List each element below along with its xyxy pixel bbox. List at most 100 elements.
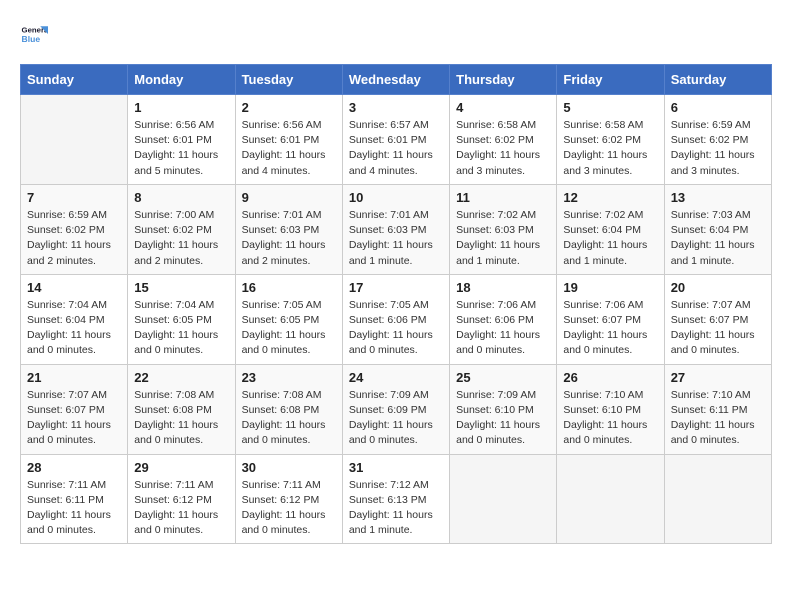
calendar-cell: 18 Sunrise: 7:06 AM Sunset: 6:06 PM Dayli… — [450, 274, 557, 364]
day-number: 27 — [671, 370, 765, 385]
day-number: 24 — [349, 370, 443, 385]
calendar-cell: 28 Sunrise: 7:11 AM Sunset: 6:11 PM Dayli… — [21, 454, 128, 544]
weekday-header: Thursday — [450, 65, 557, 95]
calendar-cell — [557, 454, 664, 544]
day-info: Sunrise: 7:12 AM Sunset: 6:13 PM Dayligh… — [349, 478, 443, 539]
day-info: Sunrise: 6:57 AM Sunset: 6:01 PM Dayligh… — [349, 118, 443, 179]
calendar-cell: 20 Sunrise: 7:07 AM Sunset: 6:07 PM Dayli… — [664, 274, 771, 364]
day-number: 14 — [27, 280, 121, 295]
day-info: Sunrise: 7:07 AM Sunset: 6:07 PM Dayligh… — [671, 298, 765, 359]
calendar-cell: 4 Sunrise: 6:58 AM Sunset: 6:02 PM Daylig… — [450, 95, 557, 185]
day-number: 7 — [27, 190, 121, 205]
calendar-cell: 26 Sunrise: 7:10 AM Sunset: 6:10 PM Dayli… — [557, 364, 664, 454]
day-info: Sunrise: 7:11 AM Sunset: 6:12 PM Dayligh… — [134, 478, 228, 539]
day-info: Sunrise: 7:10 AM Sunset: 6:11 PM Dayligh… — [671, 388, 765, 449]
day-info: Sunrise: 6:59 AM Sunset: 6:02 PM Dayligh… — [671, 118, 765, 179]
day-info: Sunrise: 7:01 AM Sunset: 6:03 PM Dayligh… — [242, 208, 336, 269]
day-info: Sunrise: 7:06 AM Sunset: 6:06 PM Dayligh… — [456, 298, 550, 359]
calendar-cell: 24 Sunrise: 7:09 AM Sunset: 6:09 PM Dayli… — [342, 364, 449, 454]
day-info: Sunrise: 7:04 AM Sunset: 6:04 PM Dayligh… — [27, 298, 121, 359]
day-number: 31 — [349, 460, 443, 475]
day-number: 2 — [242, 100, 336, 115]
calendar-cell: 19 Sunrise: 7:06 AM Sunset: 6:07 PM Dayli… — [557, 274, 664, 364]
calendar-cell: 10 Sunrise: 7:01 AM Sunset: 6:03 PM Dayli… — [342, 184, 449, 274]
day-number: 16 — [242, 280, 336, 295]
day-info: Sunrise: 7:06 AM Sunset: 6:07 PM Dayligh… — [563, 298, 657, 359]
day-info: Sunrise: 7:02 AM Sunset: 6:04 PM Dayligh… — [563, 208, 657, 269]
day-number: 3 — [349, 100, 443, 115]
calendar-cell: 17 Sunrise: 7:05 AM Sunset: 6:06 PM Dayli… — [342, 274, 449, 364]
day-number: 4 — [456, 100, 550, 115]
svg-text:Blue: Blue — [22, 34, 41, 44]
logo-icon: General Blue — [20, 20, 48, 48]
calendar-table: SundayMondayTuesdayWednesdayThursdayFrid… — [20, 64, 772, 544]
weekday-header: Tuesday — [235, 65, 342, 95]
day-number: 10 — [349, 190, 443, 205]
weekday-header: Monday — [128, 65, 235, 95]
weekday-header: Wednesday — [342, 65, 449, 95]
calendar-cell: 15 Sunrise: 7:04 AM Sunset: 6:05 PM Dayli… — [128, 274, 235, 364]
day-number: 20 — [671, 280, 765, 295]
calendar-cell: 7 Sunrise: 6:59 AM Sunset: 6:02 PM Daylig… — [21, 184, 128, 274]
day-number: 1 — [134, 100, 228, 115]
day-info: Sunrise: 6:58 AM Sunset: 6:02 PM Dayligh… — [456, 118, 550, 179]
day-info: Sunrise: 6:56 AM Sunset: 6:01 PM Dayligh… — [242, 118, 336, 179]
day-number: 9 — [242, 190, 336, 205]
calendar-cell: 16 Sunrise: 7:05 AM Sunset: 6:05 PM Dayli… — [235, 274, 342, 364]
day-number: 15 — [134, 280, 228, 295]
day-info: Sunrise: 7:01 AM Sunset: 6:03 PM Dayligh… — [349, 208, 443, 269]
day-number: 13 — [671, 190, 765, 205]
day-number: 22 — [134, 370, 228, 385]
calendar-cell: 21Sunrise: 7:07 AM Sunset: 6:07 PM Dayli… — [21, 364, 128, 454]
calendar-cell: 11 Sunrise: 7:02 AM Sunset: 6:03 PM Dayli… — [450, 184, 557, 274]
day-info: Sunrise: 7:10 AM Sunset: 6:10 PM Dayligh… — [563, 388, 657, 449]
calendar-cell: 12 Sunrise: 7:02 AM Sunset: 6:04 PM Dayli… — [557, 184, 664, 274]
day-number: 12 — [563, 190, 657, 205]
calendar-cell: 1Sunrise: 6:56 AM Sunset: 6:01 PM Daylig… — [128, 95, 235, 185]
day-info: Sunrise: 7:03 AM Sunset: 6:04 PM Dayligh… — [671, 208, 765, 269]
day-number: 25 — [456, 370, 550, 385]
day-number: 19 — [563, 280, 657, 295]
logo: General Blue — [20, 20, 52, 48]
calendar-cell: 30 Sunrise: 7:11 AM Sunset: 6:12 PM Dayli… — [235, 454, 342, 544]
day-number: 17 — [349, 280, 443, 295]
weekday-header: Saturday — [664, 65, 771, 95]
day-info: Sunrise: 7:08 AM Sunset: 6:08 PM Dayligh… — [134, 388, 228, 449]
day-number: 28 — [27, 460, 121, 475]
day-number: 30 — [242, 460, 336, 475]
day-number: 26 — [563, 370, 657, 385]
calendar-cell: 13 Sunrise: 7:03 AM Sunset: 6:04 PM Dayli… — [664, 184, 771, 274]
calendar-cell: 31 Sunrise: 7:12 AM Sunset: 6:13 PM Dayli… — [342, 454, 449, 544]
calendar-cell: 25 Sunrise: 7:09 AM Sunset: 6:10 PM Dayli… — [450, 364, 557, 454]
calendar-cell: 3 Sunrise: 6:57 AM Sunset: 6:01 PM Daylig… — [342, 95, 449, 185]
calendar-cell: 6Sunrise: 6:59 AM Sunset: 6:02 PM Daylig… — [664, 95, 771, 185]
calendar-cell: 5Sunrise: 6:58 AM Sunset: 6:02 PM Daylig… — [557, 95, 664, 185]
day-info: Sunrise: 7:05 AM Sunset: 6:06 PM Dayligh… — [349, 298, 443, 359]
day-number: 5 — [563, 100, 657, 115]
day-info: Sunrise: 7:00 AM Sunset: 6:02 PM Dayligh… — [134, 208, 228, 269]
day-number: 11 — [456, 190, 550, 205]
day-info: Sunrise: 7:02 AM Sunset: 6:03 PM Dayligh… — [456, 208, 550, 269]
day-number: 8 — [134, 190, 228, 205]
day-info: Sunrise: 7:05 AM Sunset: 6:05 PM Dayligh… — [242, 298, 336, 359]
calendar-cell: 8 Sunrise: 7:00 AM Sunset: 6:02 PM Daylig… — [128, 184, 235, 274]
calendar-cell — [450, 454, 557, 544]
day-info: Sunrise: 7:11 AM Sunset: 6:12 PM Dayligh… — [242, 478, 336, 539]
calendar-cell — [21, 95, 128, 185]
calendar-cell: 22 Sunrise: 7:08 AM Sunset: 6:08 PM Dayli… — [128, 364, 235, 454]
day-number: 23 — [242, 370, 336, 385]
day-info: Sunrise: 7:09 AM Sunset: 6:09 PM Dayligh… — [349, 388, 443, 449]
calendar-cell: 23 Sunrise: 7:08 AM Sunset: 6:08 PM Dayli… — [235, 364, 342, 454]
day-number: 21 — [27, 370, 121, 385]
calendar-cell: 27 Sunrise: 7:10 AM Sunset: 6:11 PM Dayli… — [664, 364, 771, 454]
calendar-cell: 9 Sunrise: 7:01 AM Sunset: 6:03 PM Daylig… — [235, 184, 342, 274]
day-info: Sunrise: 6:59 AM Sunset: 6:02 PM Dayligh… — [27, 208, 121, 269]
day-info: Sunrise: 7:04 AM Sunset: 6:05 PM Dayligh… — [134, 298, 228, 359]
weekday-header: Sunday — [21, 65, 128, 95]
day-info: Sunrise: 7:11 AM Sunset: 6:11 PM Dayligh… — [27, 478, 121, 539]
weekday-header: Friday — [557, 65, 664, 95]
day-info: Sunrise: 7:09 AM Sunset: 6:10 PM Dayligh… — [456, 388, 550, 449]
day-info: Sunrise: 7:08 AM Sunset: 6:08 PM Dayligh… — [242, 388, 336, 449]
day-number: 29 — [134, 460, 228, 475]
day-number: 18 — [456, 280, 550, 295]
